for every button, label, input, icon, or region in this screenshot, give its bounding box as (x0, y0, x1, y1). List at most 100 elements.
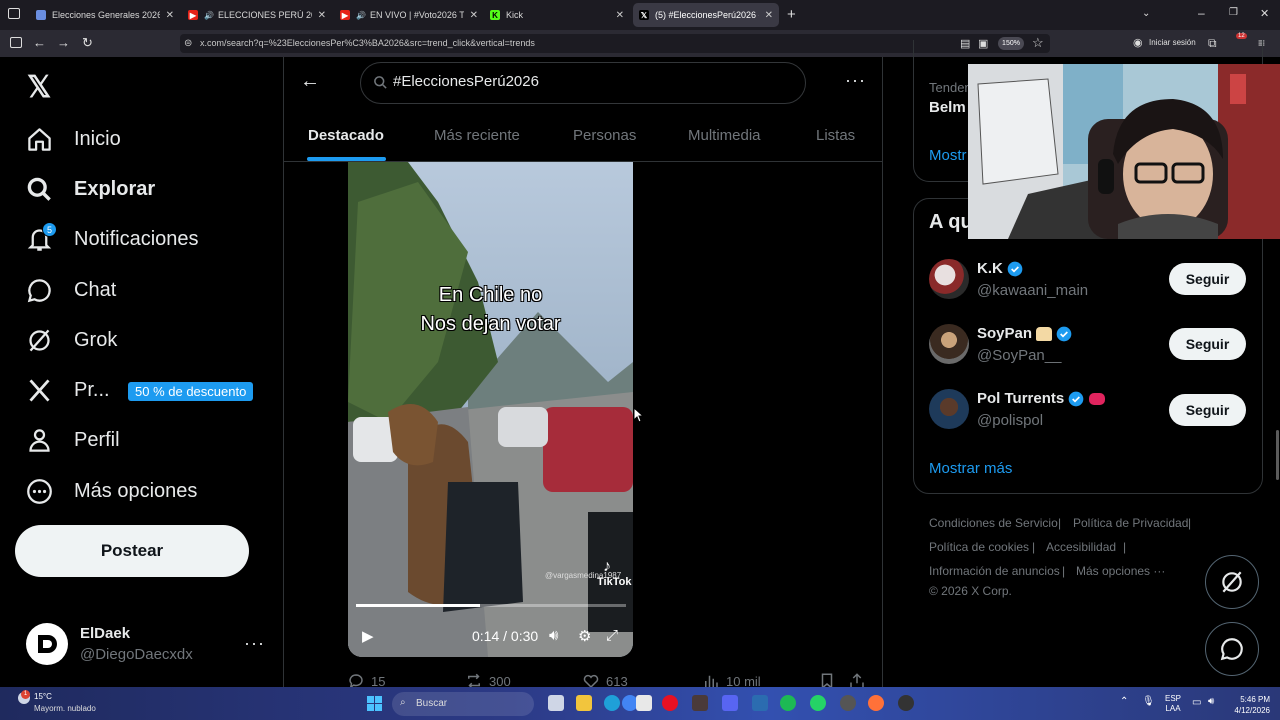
spotify-icon[interactable] (780, 695, 796, 711)
microphone-icon[interactable]: 🎙︎ (1142, 696, 1155, 707)
tab-latest[interactable]: Más reciente (434, 127, 520, 144)
monitor-icon[interactable]: ▭ (1192, 697, 1201, 708)
trend-name[interactable]: Belm (929, 99, 966, 116)
video-player[interactable]: En Chile no Nos dejan votar (348, 162, 633, 657)
suggestion-name[interactable]: K.K (977, 260, 1023, 277)
avatar[interactable] (26, 623, 68, 665)
app-icon[interactable] (898, 695, 914, 711)
site-info-icon[interactable]: ⊜ (184, 38, 192, 49)
browser-tab[interactable]: Elecciones Generales 2026 ✕ (30, 3, 180, 27)
x-logo-icon[interactable]: 𝕏 (27, 70, 51, 105)
tab-featured[interactable]: Destacado (308, 127, 384, 144)
sidebar-toggle-icon[interactable] (10, 37, 22, 48)
follow-button[interactable]: Seguir (1169, 328, 1246, 360)
browser-tab[interactable]: K Kick ✕ (484, 3, 630, 27)
tab-overview-icon[interactable] (8, 8, 20, 19)
account-more-icon[interactable]: ··· (244, 633, 265, 654)
verified-badge-icon (1068, 391, 1084, 406)
file-explorer-icon[interactable] (576, 695, 592, 711)
suggestion-handle[interactable]: @SoyPan__ (977, 347, 1061, 364)
scrollbar[interactable] (1276, 430, 1279, 480)
tab-people[interactable]: Personas (573, 127, 636, 144)
close-tab-icon[interactable]: ✕ (166, 10, 174, 21)
store-icon[interactable] (636, 695, 652, 711)
app-icon[interactable] (840, 695, 856, 711)
search-query[interactable]: #EleccionesPerú2026 (393, 73, 539, 90)
sidebar-item-grok[interactable]: Grok (26, 327, 117, 354)
discord-icon[interactable] (722, 695, 738, 711)
close-tab-icon[interactable]: ✕ (470, 10, 478, 21)
follow-button[interactable]: Seguir (1169, 263, 1246, 295)
trends-show-more-link[interactable]: Mostr (929, 147, 967, 164)
footer-link[interactable]: Política de Privacidad (1073, 516, 1188, 530)
new-tab-icon[interactable]: + (787, 6, 796, 23)
edge-icon[interactable] (604, 695, 620, 711)
footer-link[interactable]: Información de anuncios (929, 564, 1060, 578)
follow-button[interactable]: Seguir (1169, 394, 1246, 426)
clock[interactable]: 5:46 PM 4/12/2026 (1226, 694, 1270, 716)
sidebar-item-premium[interactable]: Pr... (26, 377, 110, 404)
premium-discount-badge[interactable]: 50 % de descuento (128, 382, 254, 401)
show-more-link[interactable]: Mostrar más (929, 460, 1012, 477)
sidebar-item-home[interactable]: Inicio (26, 126, 121, 153)
avatar[interactable] (929, 324, 969, 364)
suggestion-name[interactable]: Pol Turrents (977, 390, 1106, 407)
footer-link[interactable]: Accesibilidad (1046, 540, 1116, 554)
opera-icon[interactable] (662, 695, 678, 711)
sidebar-item-profile[interactable]: Perfil (26, 427, 120, 454)
maximize-icon[interactable]: ❐ (1229, 7, 1238, 18)
app-icon[interactable] (752, 695, 768, 711)
sidebar-item-chat[interactable]: Chat (26, 277, 116, 304)
back-arrow-icon[interactable]: ← (300, 70, 320, 93)
play-icon[interactable]: ▶ (362, 627, 374, 645)
chat-floating-button[interactable] (1205, 622, 1259, 676)
more-options-icon[interactable]: ··· (845, 70, 866, 91)
minimize-icon[interactable]: – (1198, 6, 1205, 20)
grok-floating-button[interactable] (1205, 555, 1259, 609)
footer-link[interactable]: Condiciones de Servicio (929, 516, 1058, 530)
back-arrow-icon[interactable]: ← (33, 35, 46, 50)
windows-start-icon[interactable] (367, 696, 382, 711)
whatsapp-icon[interactable] (810, 695, 826, 711)
sidebar-item-more[interactable]: Más opciones (26, 478, 197, 505)
speaker-icon[interactable]: 🔊 (204, 11, 214, 20)
suggestion-name[interactable]: SoyPan (977, 325, 1072, 342)
volume-icon[interactable]: 🔊︎ (549, 627, 558, 644)
tab-media[interactable]: Multimedia (688, 127, 761, 144)
tab-lists[interactable]: Listas (816, 127, 855, 144)
volume-icon[interactable]: 🔊︎ (1208, 696, 1214, 707)
account-handle[interactable]: @DiegoDaecxdx (80, 646, 193, 663)
suggestion-handle[interactable]: @polispol (977, 412, 1043, 429)
avatar[interactable] (929, 259, 969, 299)
post-button[interactable]: Postear (15, 525, 249, 577)
fullscreen-icon[interactable]: ⤢ (606, 627, 618, 644)
footer-more-link[interactable]: Más opciones ··· (1076, 564, 1165, 578)
reload-icon[interactable]: ↻ (82, 35, 93, 51)
taskbar-search-input[interactable]: Buscar (392, 692, 534, 716)
weather-desc[interactable]: Mayorm. nublado (34, 704, 96, 713)
close-tab-icon[interactable]: ✕ (765, 10, 773, 21)
footer-link[interactable]: Política de cookies (929, 540, 1029, 554)
settings-gear-icon[interactable]: ⚙ (578, 627, 591, 645)
firefox-icon[interactable] (868, 695, 884, 711)
browser-tab[interactable]: ▶ 🔊 ELECCIONES PERÚ 2026 - E ✕ (182, 3, 332, 27)
close-tab-icon[interactable]: ✕ (318, 10, 326, 21)
tab-list-chevron-icon[interactable]: ⌄ (1142, 8, 1150, 19)
extension-badge[interactable]: 12 (1236, 33, 1247, 39)
tray-chevron-icon[interactable]: ⌃ (1120, 696, 1128, 707)
close-tab-icon[interactable]: ✕ (616, 10, 624, 21)
weather-temp[interactable]: 15°C (34, 692, 52, 701)
browser-tab[interactable]: ▶ 🔊 EN VIVO | #Voto2026 Trans ✕ (334, 3, 484, 27)
account-name[interactable]: ElDaek (80, 625, 130, 642)
task-view-icon[interactable] (548, 695, 564, 711)
app-icon[interactable] (692, 695, 708, 711)
language-indicator[interactable]: ESP LAA (1165, 694, 1181, 714)
window-close-icon[interactable]: ✕ (1260, 7, 1269, 20)
speaker-icon[interactable]: 🔊 (356, 11, 366, 20)
forward-arrow-icon[interactable]: → (57, 35, 70, 50)
video-progress-fill[interactable] (356, 604, 481, 607)
avatar[interactable] (929, 389, 969, 429)
browser-tab-active[interactable]: 𝕏 (5) #EleccionesPerú2026 - Busc ✕ (633, 3, 779, 27)
sidebar-item-explore[interactable]: Explorar (26, 176, 155, 203)
suggestion-handle[interactable]: @kawaani_main (977, 282, 1088, 299)
